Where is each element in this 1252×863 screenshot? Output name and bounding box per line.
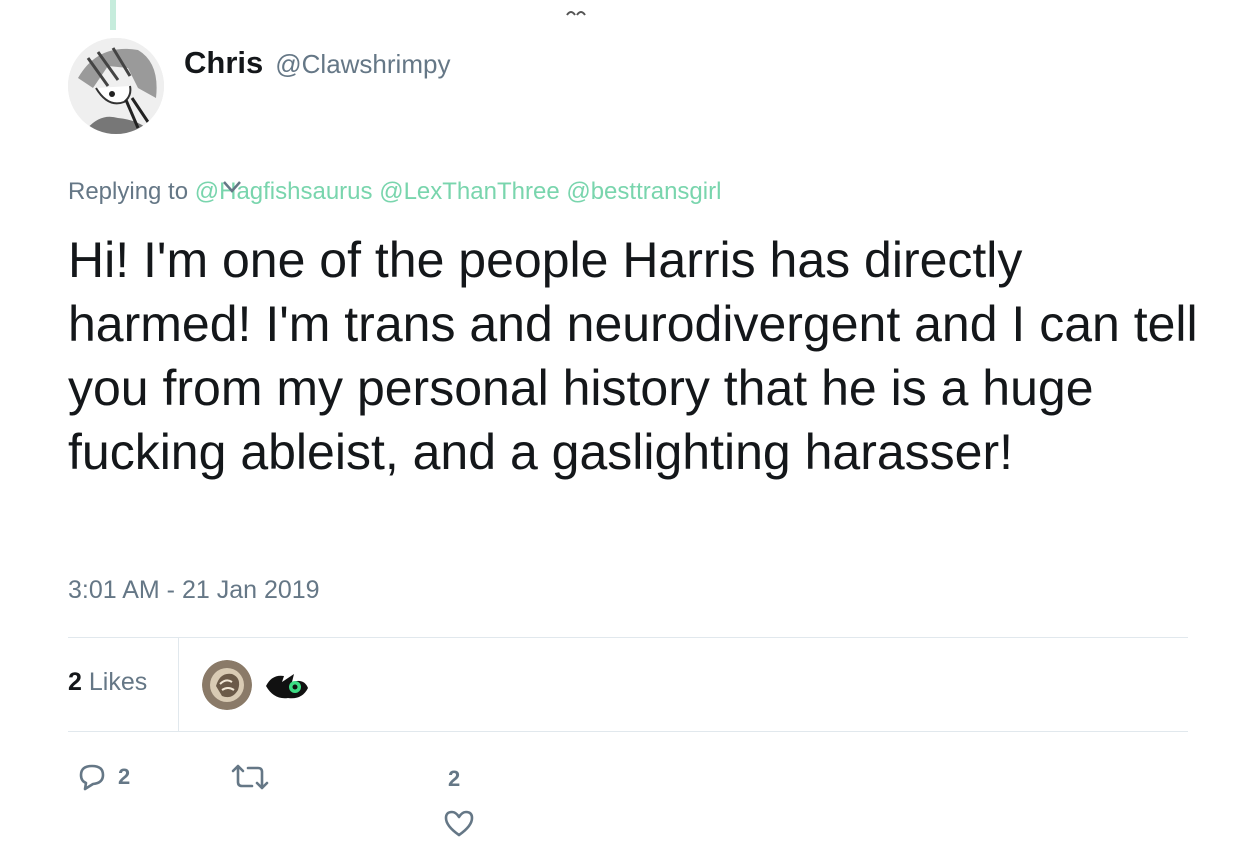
- avatar[interactable]: [68, 38, 164, 134]
- reply-bubble-icon: [79, 764, 105, 791]
- reply-mention-besttransgirl[interactable]: @besttransgirl: [566, 178, 721, 205]
- user-info: Chris @Clawshrimpy: [184, 45, 450, 81]
- likes-stat[interactable]: 2 Likes: [68, 668, 147, 697]
- replying-prefix: Replying to: [68, 178, 189, 205]
- reply-button[interactable]: 2: [76, 762, 130, 792]
- reply-mention-lexthanthree[interactable]: @LexThanThree: [379, 178, 559, 205]
- stats-divider-top: [68, 637, 1188, 638]
- liker-avatar[interactable]: [262, 660, 312, 710]
- like-count-label: 2: [448, 766, 460, 792]
- replying-to: Replying to @Hagfishsaurus @LexThanThree…: [68, 178, 721, 206]
- reply-count: 2: [118, 764, 131, 789]
- tweet-text: Hi! I'm one of the people Harris has dir…: [68, 232, 1198, 480]
- user-handle[interactable]: @Clawshrimpy: [275, 49, 450, 80]
- liker-avatar[interactable]: [202, 660, 252, 710]
- heart-icon: [444, 810, 474, 837]
- partial-icon: [566, 11, 586, 16]
- like-count: 2: [448, 766, 461, 791]
- stats-separator: [178, 638, 179, 732]
- thread-connector-line: [110, 0, 116, 30]
- actions-divider: [68, 731, 1188, 732]
- likes-count: 2: [68, 668, 82, 696]
- tweet-timestamp[interactable]: 3:01 AM - 21 Jan 2019: [68, 576, 320, 605]
- retweet-icon: [231, 764, 269, 790]
- retweet-button[interactable]: [230, 762, 280, 792]
- display-name[interactable]: Chris: [184, 45, 263, 81]
- like-button[interactable]: [443, 808, 475, 838]
- chevron-down-icon[interactable]: [222, 180, 242, 194]
- likes-label: Likes: [88, 668, 148, 696]
